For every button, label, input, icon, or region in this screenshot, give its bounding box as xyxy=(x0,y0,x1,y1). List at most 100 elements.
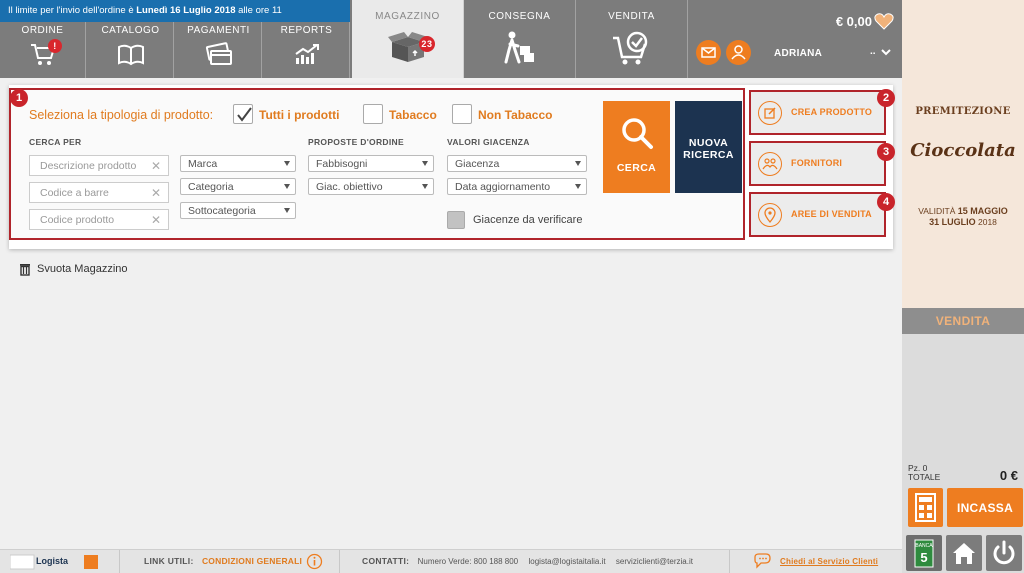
giacenze-verificare-checkbox[interactable] xyxy=(447,211,465,229)
validity-to: 31 LUGLIO xyxy=(929,217,976,227)
descrizione-input[interactable]: Descrizione prodotto ✕ xyxy=(29,155,169,176)
tab-catalogo-label: CATALOGO xyxy=(101,25,160,36)
clear-icon[interactable]: ✕ xyxy=(151,186,161,200)
checkmark-icon xyxy=(237,107,252,122)
power-button[interactable] xyxy=(986,535,1022,571)
heart-icon[interactable] xyxy=(874,12,894,30)
messages-button[interactable] xyxy=(696,40,721,65)
info-icon[interactable] xyxy=(306,553,323,570)
cerca-label: CERCA xyxy=(616,162,657,174)
home-button[interactable] xyxy=(946,535,982,571)
magazzino-count-badge: 23 xyxy=(419,36,435,52)
caret-down-icon xyxy=(284,161,290,166)
marca-value: Marca xyxy=(188,158,218,170)
validity-from: 15 MAGGIO xyxy=(957,206,1008,216)
tab-vendita[interactable]: VENDITA xyxy=(576,0,688,78)
tab-consegna[interactable]: CONSEGNA xyxy=(464,0,576,78)
crea-prodotto-button[interactable]: CREA PRODOTTO xyxy=(749,90,886,135)
banca-button[interactable]: BANCA 5 xyxy=(906,535,942,571)
type-non-tabacco-label: Non Tabacco xyxy=(478,108,553,122)
calculator-icon xyxy=(915,493,936,522)
fornitori-label: FORNITORI xyxy=(791,158,843,168)
tab-magazzino[interactable]: MAGAZZINO 23 xyxy=(352,0,464,78)
caret-down-icon xyxy=(575,184,581,189)
chat-bubble-icon xyxy=(754,553,771,569)
email-logista[interactable]: logista@logistaitalia.it xyxy=(529,557,606,566)
contatti-label: CONTATTI: xyxy=(362,556,410,566)
type-all-label: Tutti i prodotti xyxy=(259,108,340,122)
home-icon xyxy=(953,543,975,564)
location-pin-icon xyxy=(764,207,776,224)
power-icon xyxy=(993,540,1015,565)
vendita-section-label: VENDITA xyxy=(902,308,1024,334)
notice-suffix: alle ore 11 xyxy=(238,5,282,16)
credit-card-icon xyxy=(205,42,232,65)
incassa-button[interactable]: INCASSA xyxy=(947,488,1023,527)
edit-icon xyxy=(764,107,776,119)
callout-marker-2: 2 xyxy=(877,89,895,107)
user-name[interactable]: ADRIANA xyxy=(774,48,822,59)
svuota-magazzino-button[interactable]: Svuota Magazzino xyxy=(18,262,128,279)
footer-links: LINK UTILI: CONDIZIONI GENERALI xyxy=(120,550,340,573)
caret-down-icon xyxy=(575,161,581,166)
promo-brand: PREMITEZIONE xyxy=(915,106,1011,117)
chevron-down-icon[interactable] xyxy=(880,46,892,58)
footer: Logista LINK UTILI: CONDIZIONI GENERALI … xyxy=(0,549,902,573)
proposte-ordine-heading: PROPOSTE D'ORDINE xyxy=(308,137,404,147)
condizioni-generali-link[interactable]: CONDIZIONI GENERALI xyxy=(202,556,302,566)
codice-barre-input[interactable]: Codice a barre ✕ xyxy=(29,182,169,203)
tab-reports[interactable]: REPORTS xyxy=(264,22,350,78)
tab-ordine[interactable]: ORDINE ! xyxy=(0,22,86,78)
calculator-button[interactable] xyxy=(908,488,943,527)
giac-obiettivo-select[interactable]: Giac. obiettivo xyxy=(308,178,434,195)
valori-giacenza-heading: VALORI GIACENZA xyxy=(447,137,530,147)
chiedi-servizio-clienti-link[interactable]: Chiedi al Servizio Clienti xyxy=(780,557,878,566)
circle-frame xyxy=(758,203,782,227)
fabbisogni-select[interactable]: Fabbisogni xyxy=(308,155,434,172)
people-icon xyxy=(762,158,778,170)
items-count: Pz. 0 TOTALE xyxy=(908,464,940,482)
sottocategoria-select[interactable]: Sottocategoria xyxy=(180,202,296,219)
sales-sidebar: Pz. 0 TOTALE 0 € INCASSA BANCA 5 xyxy=(902,334,1024,573)
codice-prodotto-input[interactable]: Codice prodotto ✕ xyxy=(29,209,169,230)
order-deadline-notice: Il limite per l'invio dell'ordine è Lune… xyxy=(0,0,350,22)
cerca-per-heading: CERCA PER xyxy=(29,137,82,147)
promo-banner[interactable]: PREMITEZIONE Cioccolata VALIDITÀ 15 MAGG… xyxy=(902,0,1024,308)
promo-product: Cioccolata xyxy=(910,140,1016,161)
giac-obiettivo-value: Giac. obiettivo xyxy=(316,181,383,193)
cerca-button[interactable]: CERCA xyxy=(603,101,670,193)
nuova-ricerca-button[interactable]: NUOVA RICERCA xyxy=(675,101,742,193)
trash-icon xyxy=(20,264,30,276)
data-aggiornamento-value: Data aggiornamento xyxy=(455,181,551,193)
email-servizio-clienti[interactable]: serviziclienti@terzia.it xyxy=(616,557,693,566)
categoria-select[interactable]: Categoria xyxy=(180,178,296,195)
codice-barre-placeholder: Codice a barre xyxy=(40,187,109,199)
footer-logo-area: Logista xyxy=(0,550,120,573)
ordine-alert-badge: ! xyxy=(48,39,62,53)
tab-catalogo[interactable]: CATALOGO xyxy=(88,22,174,78)
tab-consegna-label: CONSEGNA xyxy=(488,11,551,22)
top-navigation-bar: Il limite per l'invio dell'ordine è Lune… xyxy=(0,0,902,78)
fabbisogni-value: Fabbisogni xyxy=(316,158,368,170)
sottocategoria-value: Sottocategoria xyxy=(188,205,256,217)
clear-icon[interactable]: ✕ xyxy=(151,159,161,173)
validity-label: VALIDITÀ xyxy=(918,206,956,216)
caret-down-icon xyxy=(422,184,428,189)
aree-vendita-button[interactable]: AREE DI VENDITA xyxy=(749,192,886,237)
data-aggiornamento-select[interactable]: Data aggiornamento xyxy=(447,178,587,195)
banca-label: BANCA xyxy=(915,543,933,549)
chart-trend-icon xyxy=(294,44,319,64)
fornitori-button[interactable]: FORNITORI xyxy=(749,141,886,186)
type-tabacco-label: Tabacco xyxy=(389,108,437,122)
footer-support: Chiedi al Servizio Clienti xyxy=(730,550,902,573)
clear-icon[interactable]: ✕ xyxy=(151,213,161,227)
tab-pagamenti[interactable]: PAGAMENTI xyxy=(176,22,262,78)
descrizione-placeholder: Descrizione prodotto xyxy=(40,160,137,172)
checkbox-box xyxy=(452,104,472,124)
tab-reports-label: REPORTS xyxy=(280,25,333,36)
checkbox-box xyxy=(233,104,253,124)
marca-select[interactable]: Marca xyxy=(180,155,296,172)
callout-marker-4: 4 xyxy=(877,193,895,211)
profile-button[interactable] xyxy=(726,40,751,65)
giacenza-select[interactable]: Giacenza xyxy=(447,155,587,172)
